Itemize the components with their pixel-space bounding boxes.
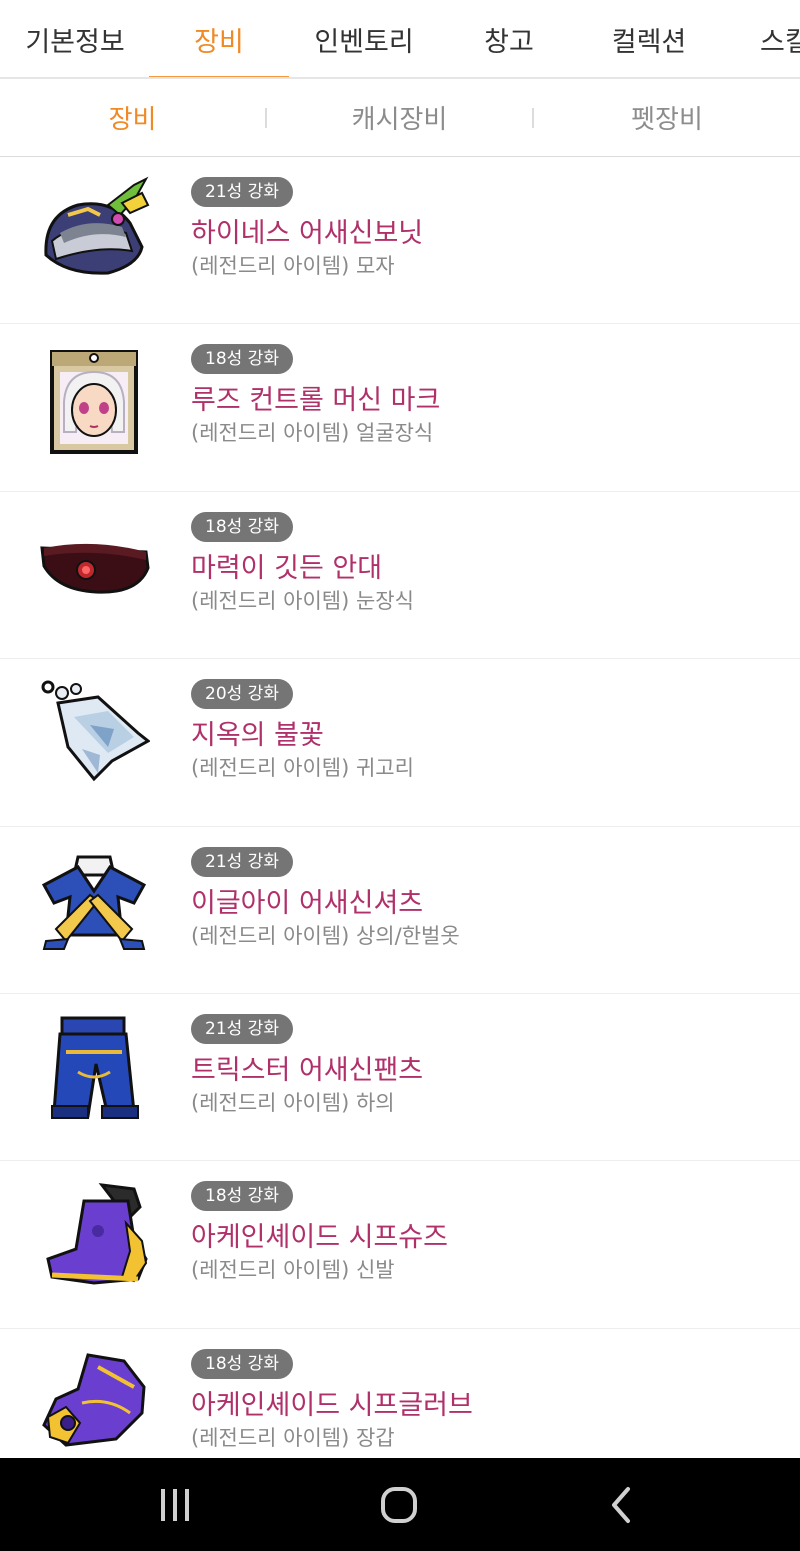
item-name: 지옥의 불꽃: [191, 720, 324, 752]
enhancement-badge: 18성 강화: [191, 344, 293, 375]
back-button[interactable]: [562, 1458, 682, 1551]
list-item[interactable]: 18성 강화 루즈 컨트롤 머신 마크 (레전드리 아이템) 얼굴장식: [0, 324, 800, 492]
list-item[interactable]: 18성 강화 아케인셰이드 시프슈즈 (레전드리 아이템) 신발: [0, 1161, 800, 1329]
recent-apps-button[interactable]: [115, 1458, 235, 1551]
eye-patch-icon: [38, 510, 150, 622]
list-item[interactable]: 21성 강화 트릭스터 어새신팬츠 (레전드리 아이템) 하의: [0, 994, 800, 1162]
item-name: 아케인셰이드 시프슈즈: [191, 1222, 448, 1254]
item-type: (레전드리 아이템) 모자: [191, 254, 395, 278]
tab-inventory[interactable]: 인벤토리: [289, 0, 439, 77]
gloves-icon: [38, 1347, 150, 1459]
list-item[interactable]: 20성 강화 지옥의 불꽃 (레전드리 아이템) 귀고리: [0, 659, 800, 827]
item-name: 루즈 컨트롤 머신 마크: [191, 385, 441, 417]
enhancement-badge: 21성 강화: [191, 177, 293, 207]
top-tab-bar: 기본정보 장비 인벤토리 창고 컬렉션 스킬: [0, 0, 800, 79]
tab-storage[interactable]: 창고: [439, 0, 579, 77]
enhancement-badge: 21성 강화: [191, 1013, 293, 1044]
navigation-bar: [0, 1458, 800, 1551]
item-type: (레전드리 아이템) 장갑: [191, 1425, 395, 1450]
item-type: (레전드리 아이템) 하의: [191, 1090, 395, 1115]
list-item[interactable]: 21성 강화 하이네스 어새신보닛 (레전드리 아이템) 모자: [0, 157, 800, 325]
home-icon: [381, 1486, 417, 1523]
recent-apps-icon: [161, 1488, 189, 1521]
subtab-divider: [532, 108, 534, 128]
shirt-icon: [38, 845, 150, 957]
item-name: 이글아이 어새신셔츠: [191, 887, 424, 919]
face-accessory-icon: [38, 342, 150, 455]
tab-skill[interactable]: 스킬: [760, 0, 800, 77]
item-name: 하이네스 어새신보닛: [191, 218, 424, 249]
back-icon: [612, 1486, 630, 1523]
tab-equipment[interactable]: 장비: [149, 0, 289, 77]
enhancement-badge: 21성 강화: [191, 846, 293, 877]
enhancement-badge: 18성 강화: [191, 1348, 293, 1379]
subtab-pet-equipment[interactable]: 펫장비: [534, 79, 800, 156]
equipment-list: 21성 강화 하이네스 어새신보닛 (레전드리 아이템) 모자 18성 강화 루…: [0, 157, 800, 1497]
item-type: (레전드리 아이템) 신발: [191, 1258, 395, 1283]
tab-collection[interactable]: 컬렉션: [579, 0, 719, 77]
subtab-divider: [265, 108, 267, 128]
enhancement-badge: 18성 강화: [191, 511, 293, 542]
tab-equipment-label: 장비: [194, 27, 244, 58]
item-name: 마력이 깃든 안대: [191, 552, 383, 584]
enhancement-badge: 18성 강화: [191, 1181, 293, 1212]
item-type: (레전드리 아이템) 귀고리: [191, 756, 414, 781]
item-type: (레전드리 아이템) 얼굴장식: [191, 421, 434, 446]
pants-icon: [38, 1012, 150, 1124]
item-type: (레전드리 아이템) 상의/한벌옷: [191, 923, 460, 948]
hat-icon: [38, 175, 150, 287]
list-item[interactable]: 21성 강화 이글아이 어새신셔츠 (레전드리 아이템) 상의/한벌옷: [0, 827, 800, 994]
shoes-icon: [38, 1179, 150, 1291]
tab-basic-info[interactable]: 기본정보: [0, 0, 150, 77]
item-type: (레전드리 아이템) 눈장식: [191, 588, 414, 613]
earring-icon: [38, 677, 150, 789]
home-button[interactable]: [339, 1458, 459, 1551]
subtab-equipment[interactable]: 장비: [0, 79, 265, 156]
enhancement-badge: 20성 강화: [191, 679, 293, 710]
sub-tab-bar: 장비 캐시장비 펫장비: [0, 79, 800, 157]
item-name: 아케인셰이드 시프글러브: [191, 1389, 473, 1421]
item-name: 트릭스터 어새신팬츠: [191, 1054, 424, 1086]
subtab-cash-equipment[interactable]: 캐시장비: [267, 79, 532, 156]
list-item[interactable]: 18성 강화 마력이 깃든 안대 (레전드리 아이템) 눈장식: [0, 492, 800, 660]
